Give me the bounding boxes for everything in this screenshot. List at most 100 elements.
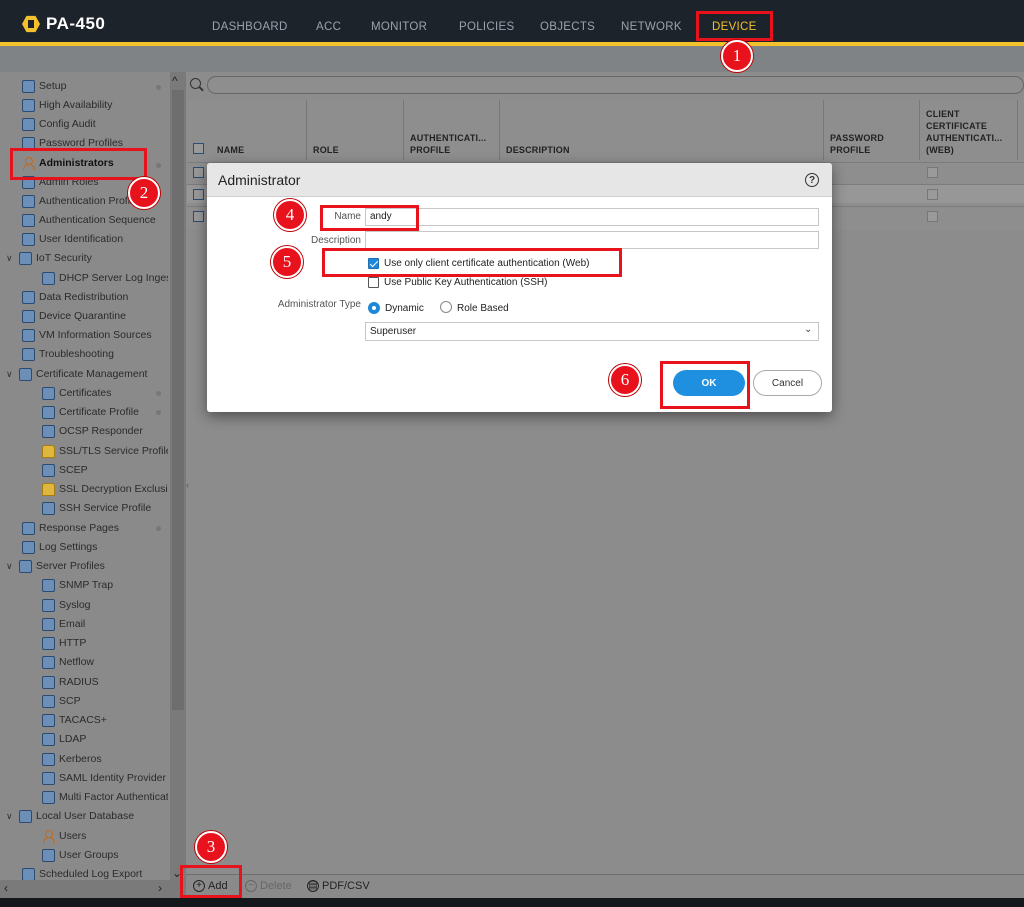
- row-checkbox[interactable]: [193, 167, 204, 178]
- sidebar-item-response-pages[interactable]: Response Pages: [22, 519, 168, 537]
- column-header-role[interactable]: ROLE: [307, 100, 404, 160]
- sidebar-item-label: Authentication Profile: [39, 195, 139, 207]
- sidebar-item-ssl-tls-service-profile[interactable]: SSL/TLS Service Profile: [42, 442, 168, 460]
- sidebar-item-ssh-service-profile[interactable]: SSH Service Profile: [42, 499, 168, 517]
- row-checkbox[interactable]: [193, 189, 204, 200]
- sidebar-item-label: User Identification: [39, 233, 124, 245]
- sidebar-item-authentication-sequence[interactable]: Authentication Sequence: [22, 211, 168, 229]
- sidebar-item-email[interactable]: Email: [42, 615, 168, 633]
- sidebar-item-kerberos[interactable]: Kerberos: [42, 750, 168, 768]
- role-select[interactable]: Superuser: [365, 322, 819, 341]
- column-header-auth-profile[interactable]: AUTHENTICATI... PROFILE: [404, 100, 500, 160]
- sidebar-item-dhcp-server-log-ingestion[interactable]: DHCP Server Log Ingestion: [42, 269, 168, 287]
- sidebar-item-label: Setup: [39, 80, 67, 92]
- delete-button[interactable]: − Delete: [245, 880, 292, 892]
- tab-network[interactable]: NETWORK: [621, 21, 682, 33]
- sidebar-item-iot-security[interactable]: ∨ IoT Security: [6, 249, 168, 267]
- scroll-up-icon[interactable]: ^: [172, 74, 178, 88]
- sidebar-scroll-thumb[interactable]: [172, 90, 184, 710]
- sidebar-item-label: Netflow: [59, 656, 95, 668]
- quarantine-icon: [22, 309, 35, 323]
- sidebar-item-log-settings[interactable]: Log Settings: [22, 538, 168, 556]
- ocsp-icon: [42, 424, 55, 438]
- sidebar-item-saml-identity-provider[interactable]: SAML Identity Provider: [42, 769, 168, 787]
- sidebar-item-label: HTTP: [59, 637, 87, 649]
- search-icon: [190, 78, 201, 89]
- sidebar-item-users[interactable]: Users: [42, 827, 168, 845]
- sidebar-item-scp[interactable]: SCP: [42, 692, 168, 710]
- tab-acc[interactable]: ACC: [316, 21, 341, 33]
- status-dot: [156, 85, 161, 90]
- sidebar-item-syslog[interactable]: Syslog: [42, 596, 168, 614]
- column-header-client-cert-web[interactable]: CLIENT CERTIFICATE AUTHENTICATI... (WEB): [920, 100, 1018, 160]
- scroll-left-icon[interactable]: ‹: [4, 881, 8, 895]
- sidebar-item-ocsp-responder[interactable]: OCSP Responder: [42, 422, 168, 440]
- help-icon[interactable]: ?: [805, 173, 819, 187]
- sidebar-item-label: Log Settings: [39, 541, 98, 553]
- sidebar-item-label: VM Information Sources: [39, 329, 152, 341]
- tab-dashboard[interactable]: DASHBOARD: [212, 21, 288, 33]
- radio-dynamic[interactable]: [368, 302, 380, 314]
- row-client-cert-checkbox: [927, 189, 938, 200]
- sidebar-item-label: OCSP Responder: [59, 425, 143, 437]
- radio-role-based[interactable]: [440, 301, 452, 313]
- netflow-icon: [42, 655, 55, 669]
- response-icon: [22, 521, 35, 535]
- expand-caret-icon[interactable]: ∨: [6, 369, 15, 380]
- sub-header-strip: [0, 46, 1024, 72]
- snmp-icon: [42, 578, 55, 592]
- sidebar-item-radius[interactable]: RADIUS: [42, 673, 168, 691]
- sidebar-scrollbar[interactable]: [170, 72, 186, 888]
- cert-icon: [42, 386, 55, 400]
- expand-caret-icon[interactable]: ∨: [6, 561, 15, 572]
- saml-icon: [42, 771, 55, 785]
- sidebar-item-multi-factor-authentication[interactable]: Multi Factor Authentication: [42, 788, 168, 806]
- sidebar-item-server-profiles[interactable]: ∨ Server Profiles: [6, 557, 168, 575]
- sidebar-item-netflow[interactable]: Netflow: [42, 653, 168, 671]
- export-icon: [22, 867, 35, 881]
- sidebar-item-http[interactable]: HTTP: [42, 634, 168, 652]
- sidebar-item-troubleshooting[interactable]: Troubleshooting: [22, 345, 168, 363]
- row-checkbox[interactable]: [193, 211, 204, 222]
- column-header-password-profile[interactable]: PASSWORD PROFILE: [824, 100, 920, 160]
- select-all-checkbox[interactable]: [193, 143, 204, 154]
- tab-policies[interactable]: POLICIES: [459, 21, 514, 33]
- tab-objects[interactable]: OBJECTS: [540, 21, 595, 33]
- name-field[interactable]: andy: [365, 208, 819, 226]
- sidebar-item-ldap[interactable]: LDAP: [42, 730, 168, 748]
- expand-caret-icon[interactable]: ∨: [6, 253, 15, 264]
- sidebar-item-label: Multi Factor Authentication: [59, 791, 168, 803]
- search-input[interactable]: [207, 76, 1024, 94]
- export-icon: ▤: [307, 880, 319, 892]
- sidebar-item-tacacs[interactable]: TACACS+: [42, 711, 168, 729]
- sidebar-item-user-identification[interactable]: User Identification: [22, 230, 168, 248]
- sidebar-item-certificates[interactable]: Certificates: [42, 384, 168, 402]
- sidebar-item-snmp-trap[interactable]: SNMP Trap: [42, 576, 168, 594]
- chevron-down-icon[interactable]: ⌄: [804, 324, 812, 335]
- mfa-icon: [42, 790, 55, 804]
- sidebar-item-certificate-management[interactable]: ∨ Certificate Management: [6, 365, 168, 383]
- scroll-right-icon[interactable]: ›: [158, 881, 162, 895]
- ssh-key-checkbox[interactable]: [368, 277, 379, 288]
- step-badge-3: 3: [195, 831, 227, 863]
- sidebar-item-vm-information-sources[interactable]: VM Information Sources: [22, 326, 168, 344]
- column-header-description[interactable]: DESCRIPTION: [500, 100, 824, 160]
- sidebar-item-config-audit[interactable]: Config Audit: [22, 115, 168, 133]
- expand-caret-icon[interactable]: ∨: [6, 811, 15, 822]
- sidebar-item-user-groups[interactable]: User Groups: [42, 846, 168, 864]
- panel-splitter-icon[interactable]: ‹: [186, 480, 189, 490]
- sidebar-item-data-redistribution[interactable]: Data Redistribution: [22, 288, 168, 306]
- radio-role-based-label: Role Based: [457, 303, 509, 314]
- sidebar-item-certificate-profile[interactable]: Certificate Profile: [42, 403, 168, 421]
- tab-monitor[interactable]: MONITOR: [371, 21, 427, 33]
- sidebar-item-ssl-decryption-exclusion[interactable]: SSL Decryption Exclusion: [42, 480, 168, 498]
- sidebar-item-scep[interactable]: SCEP: [42, 461, 168, 479]
- sidebar-item-local-user-database[interactable]: ∨ Local User Database: [6, 807, 168, 825]
- description-field[interactable]: [365, 231, 819, 249]
- cancel-button[interactable]: Cancel: [753, 370, 822, 396]
- sidebar-item-setup[interactable]: Setup: [22, 77, 168, 95]
- sidebar-item-device-quarantine[interactable]: Device Quarantine: [22, 307, 168, 325]
- sidebar-item-high-availability[interactable]: High Availability: [22, 96, 168, 114]
- pdf-csv-button[interactable]: ▤ PDF/CSV: [307, 880, 370, 892]
- column-header-name[interactable]: NAME: [211, 100, 307, 160]
